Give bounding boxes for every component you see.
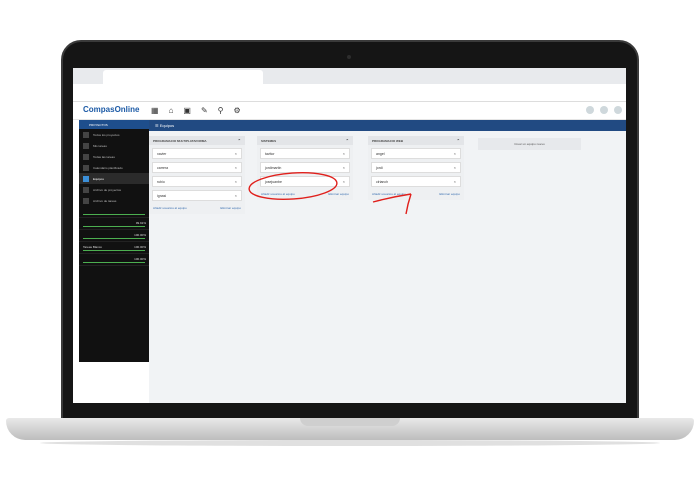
remove-icon[interactable]: × [235, 151, 237, 156]
remove-icon[interactable]: × [343, 151, 345, 156]
add-users-link[interactable]: Añadir usuarios al equipo [261, 192, 295, 196]
remove-icon[interactable]: × [454, 165, 456, 170]
list-icon [83, 154, 89, 160]
bank-icon[interactable]: ⌂ [169, 106, 174, 115]
sidebar-header[interactable]: PROYECTOS [79, 120, 149, 129]
team-member: rubio × [152, 176, 242, 187]
app-logo[interactable]: CompasOnline [83, 105, 139, 114]
team-header: PROGRAMACIO WEB ⌃ [368, 136, 464, 145]
sidebar-item-all-projects[interactable]: Todos los proyectos [79, 129, 149, 140]
calendar-icon [83, 165, 89, 171]
sidebar-item-teams[interactable]: Equipos [79, 173, 149, 184]
collapse-icon[interactable]: ⌃ [457, 138, 460, 143]
add-users-link[interactable]: Añadir usuarios al equipo [372, 192, 406, 196]
project-progress-item[interactable]: 99.91% [79, 218, 149, 230]
delete-team-link[interactable]: Eliminar equipo [328, 192, 349, 196]
project-progress-item[interactable]: Tareas Blanco 100.00% [79, 242, 149, 254]
team-header: SISTEMES ⌃ [257, 136, 353, 145]
team-member: angel × [371, 148, 461, 159]
team-header: PROGRAMACIO MULTIPLATAFORMA ⌃ [149, 136, 245, 145]
team-member: josejuanbe × [260, 176, 350, 187]
sidebar-item-calendar[interactable]: Calendario planificado [79, 162, 149, 173]
calendar-icon[interactable]: ▦ [151, 106, 159, 115]
team-column: PROGRAMACIO WEB ⌃ angel × jordi × clrianch ×… [368, 136, 464, 200]
app-topbar: CompasOnline ▦ ⌂ ▣ ✎ ⚲ ⚙ [73, 102, 626, 120]
gears-icon[interactable]: ⚙ [234, 106, 241, 115]
tag-icon[interactable]: ⚲ [218, 106, 224, 115]
browser-tabbar [73, 68, 626, 84]
team-member: ignasi × [152, 190, 242, 201]
avatar[interactable] [600, 106, 608, 114]
sidebar-item-all-tasks[interactable]: Todas las tareas [79, 151, 149, 162]
team-footer: Añadir usuarios al equipo Eliminar equipo [368, 190, 464, 200]
team-member: jordi × [371, 162, 461, 173]
bookmarks-bar [73, 94, 626, 102]
user-menu-icon[interactable] [614, 106, 622, 114]
remove-icon[interactable]: × [235, 179, 237, 184]
remove-icon[interactable]: × [235, 193, 237, 198]
progress-bar [83, 250, 145, 251]
browser-tab[interactable] [103, 70, 263, 84]
topbar-right [586, 106, 622, 114]
folder-icon [83, 132, 89, 138]
delete-team-link[interactable]: Eliminar equipo [220, 206, 241, 210]
screen: CompasOnline ▦ ⌂ ▣ ✎ ⚲ ⚙ PROYECTOS Todos… [73, 68, 626, 403]
team-column: PROGRAMACIO MULTIPLATAFORMA ⌃ xavier × car… [149, 136, 245, 214]
collapse-icon[interactable]: ⌃ [238, 138, 241, 143]
remove-icon[interactable]: × [454, 179, 456, 184]
remove-icon[interactable]: × [343, 165, 345, 170]
topbar-icons: ▦ ⌂ ▣ ✎ ⚲ ⚙ [151, 106, 241, 115]
archive-icon [83, 187, 89, 193]
sidebar-item-task-archive[interactable]: Archivo de tareas [79, 195, 149, 206]
address-bar[interactable] [73, 84, 626, 94]
team-member: carrera × [152, 162, 242, 173]
remove-icon[interactable]: × [454, 151, 456, 156]
remove-icon[interactable]: × [235, 165, 237, 170]
archive-icon [83, 198, 89, 204]
team-member: tavitor × [260, 148, 350, 159]
collapse-icon[interactable]: ⌃ [346, 138, 349, 143]
wrench-icon[interactable]: ✎ [201, 106, 208, 115]
create-team-button[interactable]: Crear un equipo nuevo [478, 138, 581, 150]
progress-bar [83, 214, 145, 215]
progress-bar [83, 262, 145, 263]
project-progress-item[interactable]: 100.00% [79, 230, 149, 242]
remove-icon[interactable]: × [343, 179, 345, 184]
progress-bar [83, 226, 145, 227]
laptop-notch [300, 418, 400, 426]
page-title: ☰ Equipos [149, 120, 626, 131]
briefcase-icon[interactable]: ▣ [183, 106, 191, 115]
team-member: jordimartin × [260, 162, 350, 173]
project-progress-item[interactable] [79, 206, 149, 218]
project-progress-item[interactable]: 100.00% [79, 254, 149, 266]
team-member: clrianch × [371, 176, 461, 187]
team-icon [83, 176, 89, 182]
notification-icon[interactable] [586, 106, 594, 114]
sidebar: PROYECTOS Todos los proyectos Mis tareas… [79, 120, 149, 362]
team-column: SISTEMES ⌃ tavitor × jordimartin × josejuan… [257, 136, 353, 200]
team-member: xavier × [152, 148, 242, 159]
delete-team-link[interactable]: Eliminar equipo [439, 192, 460, 196]
team-footer: Añadir usuarios al equipo Eliminar equipo [149, 204, 245, 214]
sidebar-item-project-archive[interactable]: Archivo de proyectos [79, 184, 149, 195]
progress-bar [83, 238, 145, 239]
sidebar-item-my-tasks[interactable]: Mis tareas [79, 140, 149, 151]
add-users-link[interactable]: Añadir usuarios al equipo [153, 206, 187, 210]
camera-dot [347, 55, 351, 59]
laptop-shadow [40, 440, 660, 446]
tasks-icon [83, 143, 89, 149]
team-footer: Añadir usuarios al equipo Eliminar equipo [257, 190, 353, 200]
